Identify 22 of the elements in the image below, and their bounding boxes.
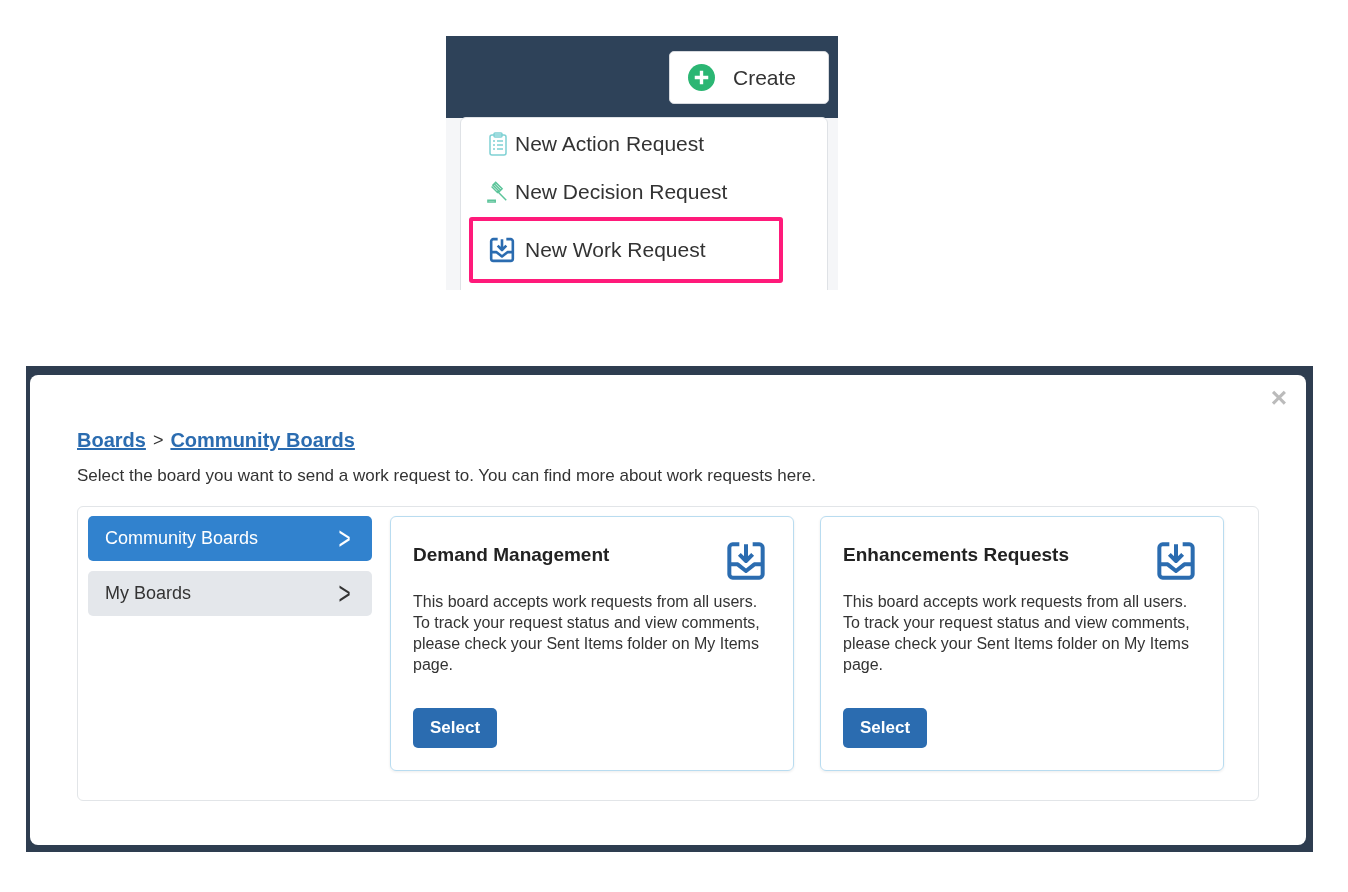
create-button[interactable]: Create <box>669 51 829 104</box>
menu-item[interactable]: New Action Request <box>469 122 783 166</box>
description-text: Select the board you want to send a work request to. You can find more about work requests here. <box>77 466 817 486</box>
board-description: This board accepts work requests from all users. To track your request status and view comments, please check your Sent Items folder on My Items page. <box>413 592 761 675</box>
breadcrumb-link[interactable]: Boards <box>77 429 146 452</box>
inbox-download-icon <box>489 237 515 263</box>
menu-item[interactable]: New Decision Request <box>469 166 783 217</box>
select-button[interactable]: Select <box>413 708 498 748</box>
board-title: Enhancements Requests <box>843 544 1069 566</box>
plus-icon <box>688 64 715 91</box>
gavel-icon <box>487 179 509 204</box>
sidebar-item[interactable]: My Boards > <box>88 571 372 616</box>
menu-item[interactable]: New Work Request <box>469 217 783 283</box>
inbox-download-icon <box>726 541 766 581</box>
clipboard-icon <box>487 132 509 156</box>
breadcrumb-link[interactable]: Community Boards <box>170 429 355 452</box>
board-description: This board accepts work requests from all users. To track your request status and view comments, please check your Sent Items folder on My Items page. <box>843 592 1191 675</box>
inbox-download-icon <box>1156 541 1196 581</box>
sidebar-item[interactable]: Community Boards > <box>88 516 372 561</box>
select-button[interactable]: Select <box>843 708 928 748</box>
breadcrumb-separator: > <box>152 430 164 451</box>
board-title: Demand Management <box>413 544 610 566</box>
